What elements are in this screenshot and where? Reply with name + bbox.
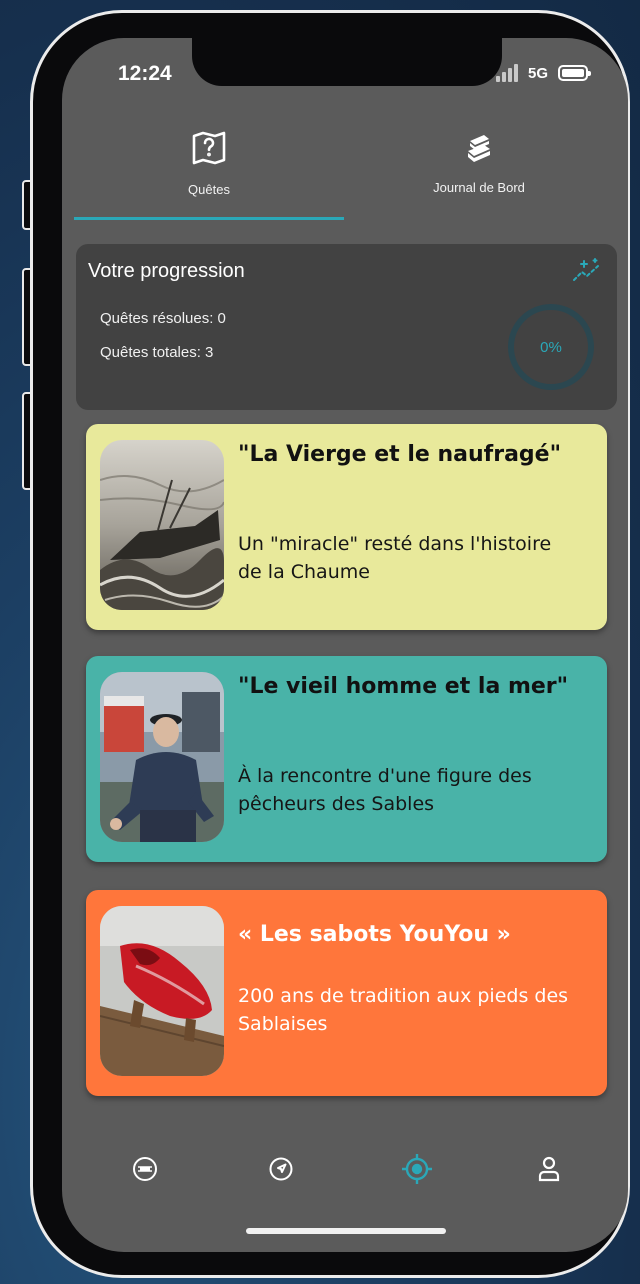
nav-locate[interactable] [392, 1144, 442, 1194]
target-locate-icon [402, 1154, 432, 1184]
logo-badge-icon [133, 1157, 157, 1181]
map-question-icon [189, 128, 229, 168]
nav-profile[interactable] [524, 1144, 574, 1194]
signal-icon [495, 64, 518, 82]
bottom-navigation [62, 1144, 628, 1194]
battery-icon [558, 65, 591, 81]
quest-card-vieil-homme[interactable]: "Le vieil homme et la mer" À la rencontr… [86, 656, 607, 862]
status-indicators: 5G [495, 64, 591, 82]
quest-description: 200 ans de tradition aux pieds des Sabla… [238, 985, 569, 1035]
navigation-arrow-icon [269, 1157, 293, 1181]
top-tabs: Quêtes Journal de Bord [74, 124, 614, 220]
quests-resolved: Quêtes résolues: 0 [100, 310, 226, 327]
home-indicator [246, 1228, 446, 1234]
quest-image-red-clog [100, 906, 224, 1076]
nav-navigation[interactable] [256, 1144, 306, 1194]
active-tab-indicator [74, 217, 344, 220]
tab-quetes-label: Quêtes [188, 182, 230, 197]
progression-title: Votre progression [88, 260, 245, 282]
progression-card: Votre progression Quêtes résolues: 0 Quê… [76, 244, 617, 410]
quest-card-vierge-naufrage[interactable]: "La Vierge et le naufragé" Un "miracle" … [86, 424, 607, 630]
user-icon [538, 1156, 560, 1182]
network-label: 5G [527, 64, 548, 82]
quests-total: Quêtes totales: 3 [100, 344, 214, 361]
status-time: 12:24 [118, 62, 172, 85]
progress-percent: 0% [540, 338, 562, 356]
tab-journal-label: Journal de Bord [433, 180, 525, 195]
quest-image-shipwreck [100, 440, 224, 610]
books-icon [459, 128, 499, 168]
tab-journal-de-bord[interactable]: Journal de Bord [344, 124, 614, 220]
quest-title: "Le vieil homme et la mer" [238, 674, 569, 699]
nav-home[interactable] [120, 1144, 170, 1194]
quest-description: Un "miracle" resté dans l'histoire de la… [238, 533, 552, 583]
quest-title: « Les sabots YouYou » [238, 922, 511, 947]
quest-card-sabots-youyou[interactable]: « Les sabots YouYou » 200 ans de traditi… [86, 890, 607, 1096]
quest-description: À la rencontre d'une figure des pêcheurs… [238, 765, 532, 815]
quest-title: "La Vierge et le naufragé" [238, 442, 562, 467]
app-screen: 12:24 5G Quêtes Journal de Bord Votre pr… [62, 38, 628, 1252]
sparkle-chart-icon [571, 258, 603, 288]
tab-quetes[interactable]: Quêtes [74, 124, 344, 220]
notch [192, 38, 502, 86]
quest-image-fisherman [100, 672, 224, 842]
